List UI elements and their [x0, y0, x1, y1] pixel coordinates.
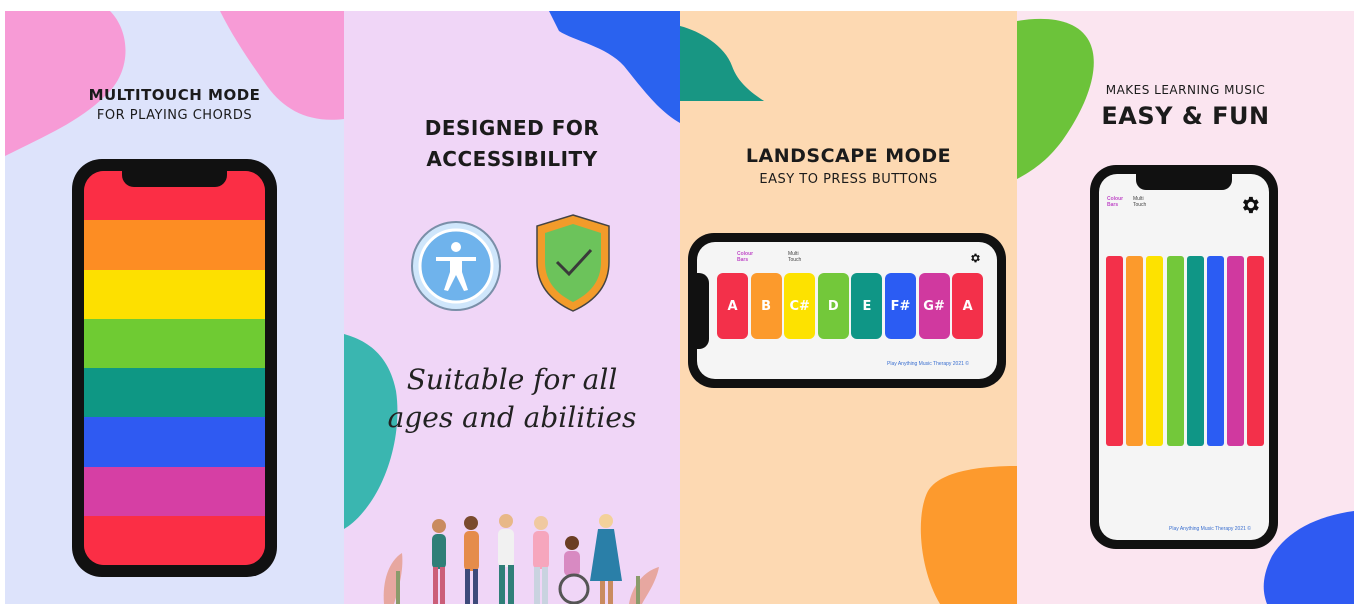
rainbow-band[interactable]	[84, 466, 265, 516]
phone-notch	[1136, 174, 1232, 190]
footer-credit: Play Anything Music Therapy 2021 ©	[1169, 526, 1251, 532]
note-key[interactable]: C#	[784, 273, 816, 339]
colour-bar[interactable]	[1247, 256, 1265, 446]
panel4-title-big: EASY & FUN	[1101, 102, 1270, 130]
gear-icon[interactable]	[969, 252, 981, 264]
note-key[interactable]: G#	[918, 273, 950, 339]
footer-credit: Play Anything Music Therapy 2021 ©	[887, 361, 969, 367]
phone-portrait-bars: Colour Bars Multi Touch Play Anything Mu…	[1090, 165, 1278, 549]
keyboard-screen: Colour Bars Multi Touch A B C# D E F# G# A Play…	[697, 242, 997, 379]
colour-bar[interactable]	[1146, 256, 1164, 446]
phone-notch	[697, 273, 709, 349]
rainbow-screen[interactable]	[84, 171, 265, 565]
script-line1: Suitable for all	[406, 363, 618, 396]
note-key[interactable]: B	[750, 273, 782, 339]
note-key[interactable]: A	[717, 273, 748, 339]
phone-portrait	[72, 159, 277, 577]
gear-icon[interactable]	[1239, 194, 1261, 216]
note-key[interactable]: E	[851, 273, 883, 339]
panel3-title: LANDSCAPE MODE	[745, 145, 952, 167]
phone-notch	[122, 169, 227, 187]
colour-bar[interactable]	[1126, 256, 1144, 446]
tab-colour-bars[interactable]: Colour Bars	[737, 251, 761, 263]
panel-multitouch: MULTITOUCH MODE FOR PLAYING CHORDS	[5, 11, 344, 604]
panel2-title-line1: DESIGNED FOR	[424, 116, 600, 140]
note-key[interactable]: A	[952, 273, 984, 339]
tab-multi-touch[interactable]: Multi Touch	[788, 251, 810, 263]
panel-accessibility: DESIGNED FOR ACCESSIBILITY Suitable for …	[344, 11, 680, 604]
rainbow-band[interactable]	[84, 515, 265, 565]
colour-bar[interactable]	[1166, 256, 1184, 446]
script-line2: ages and abilities	[387, 401, 637, 434]
tab-colour-bars[interactable]: Colour Bars	[1107, 196, 1129, 208]
accessibility-person-icon	[411, 221, 501, 311]
colour-bars-screen: Colour Bars Multi Touch Play Anything Mu…	[1099, 174, 1269, 540]
phone-landscape: Colour Bars Multi Touch A B C# D E F# G# A Play…	[688, 233, 1006, 388]
tab-multi-touch[interactable]: Multi Touch	[1133, 196, 1155, 208]
panel-easy-fun: MAKES LEARNING MUSIC EASY & FUN Colour B…	[1017, 11, 1354, 604]
rainbow-band[interactable]	[84, 269, 265, 319]
people-illustration	[383, 514, 659, 604]
colour-bar[interactable]	[1106, 256, 1123, 446]
colour-bar[interactable]	[1207, 256, 1224, 446]
colour-bar[interactable]	[1227, 256, 1245, 446]
panel3-subtitle: EASY TO PRESS BUTTONS	[759, 172, 938, 187]
rainbow-band[interactable]	[84, 318, 265, 368]
shield-check-icon	[536, 214, 610, 312]
note-key[interactable]: F#	[885, 273, 916, 339]
panel-landscape: LANDSCAPE MODE EASY TO PRESS BUTTONS Col…	[680, 11, 1017, 604]
panel4-title-small: MAKES LEARNING MUSIC	[1105, 83, 1266, 97]
rainbow-band[interactable]	[84, 220, 265, 270]
colour-bar[interactable]	[1186, 256, 1204, 446]
panel1-title: MULTITOUCH MODE	[88, 86, 261, 104]
panel1-subtitle: FOR PLAYING CHORDS	[96, 108, 253, 123]
rainbow-band[interactable]	[84, 417, 265, 467]
panel2-title-line2: ACCESSIBILITY	[426, 147, 598, 171]
note-key[interactable]: D	[817, 273, 849, 339]
rainbow-band[interactable]	[84, 368, 265, 418]
